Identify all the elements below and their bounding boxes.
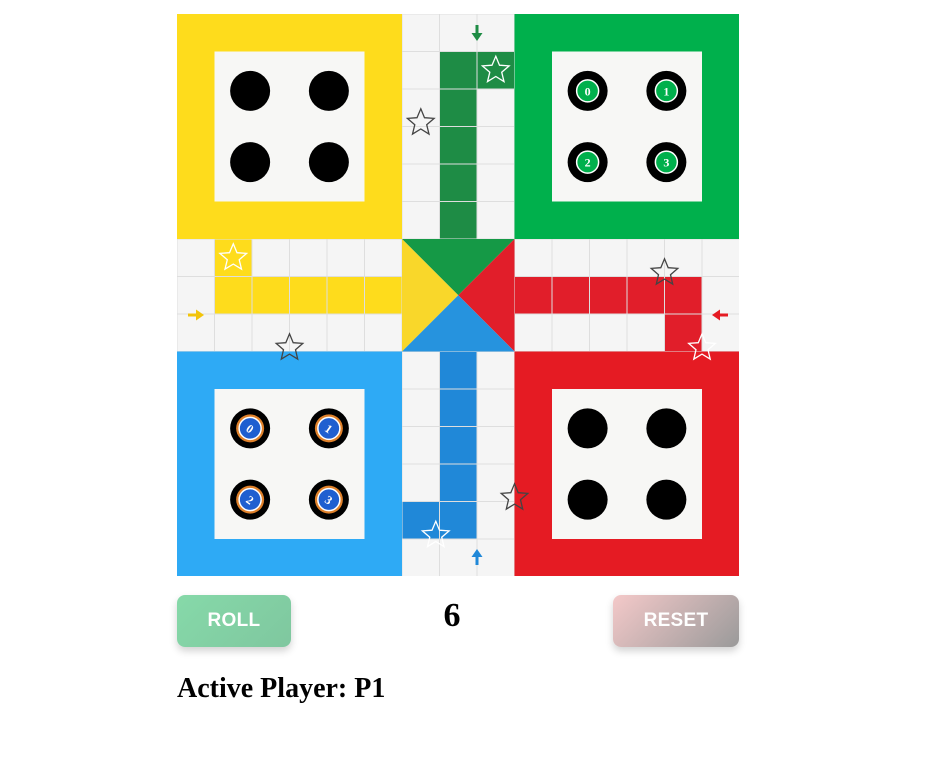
path-cell xyxy=(177,238,215,277)
path-cell xyxy=(439,163,478,202)
green-token-number: 2 xyxy=(585,156,591,170)
path-cell xyxy=(439,351,478,390)
green-token-number: 3 xyxy=(663,156,669,170)
roll-button[interactable]: ROLL xyxy=(177,595,291,647)
path-cell xyxy=(439,501,478,540)
path-cell xyxy=(514,238,553,277)
path-cell xyxy=(514,313,553,352)
path-cell xyxy=(551,238,590,277)
path-cell xyxy=(701,276,739,315)
path-cell xyxy=(514,276,553,315)
red-token[interactable] xyxy=(646,408,687,449)
path-cell xyxy=(439,14,478,52)
path-cell xyxy=(401,201,440,240)
path-cell xyxy=(476,163,515,202)
path-cell xyxy=(439,463,478,502)
dice-value: 6 xyxy=(443,597,461,634)
path-cell xyxy=(476,88,515,127)
path-cell xyxy=(214,276,253,315)
path-cell xyxy=(401,351,440,390)
yellow-home-inner xyxy=(214,51,365,202)
green-token-number: 1 xyxy=(663,84,669,98)
path-cell xyxy=(401,14,440,52)
path-cell xyxy=(551,313,590,352)
path-cell xyxy=(439,201,478,240)
path-cell xyxy=(476,388,515,427)
path-cell xyxy=(476,538,515,576)
path-cell xyxy=(589,238,628,277)
yellow-token[interactable] xyxy=(230,142,271,183)
ludo-board[interactable]: 0 12 30 12 3 xyxy=(177,14,739,576)
path-cell xyxy=(364,238,403,277)
path-cell xyxy=(439,51,478,90)
path-cell xyxy=(326,276,365,315)
path-cell xyxy=(439,88,478,127)
path-cell xyxy=(551,276,590,315)
yellow-token[interactable] xyxy=(308,142,349,183)
green-token-number: 0 xyxy=(585,84,591,98)
path-cell xyxy=(401,163,440,202)
green-home-inner xyxy=(552,51,702,202)
path-cell xyxy=(701,238,739,277)
path-cell xyxy=(476,351,515,390)
path-cell xyxy=(589,276,628,315)
path-cell xyxy=(476,126,515,165)
path-cell xyxy=(476,14,515,52)
path-cell xyxy=(701,313,739,352)
path-cell xyxy=(251,276,290,315)
path-cell xyxy=(401,538,440,576)
path-cell xyxy=(589,313,628,352)
path-cell xyxy=(439,426,478,465)
path-cell xyxy=(626,238,665,277)
path-cell xyxy=(476,201,515,240)
path-cell xyxy=(289,313,328,352)
path-cell xyxy=(401,426,440,465)
path-cell xyxy=(289,276,328,315)
path-cell xyxy=(626,313,665,352)
red-home-inner xyxy=(552,389,702,539)
red-token[interactable] xyxy=(646,479,687,520)
path-cell xyxy=(364,276,403,315)
path-cell xyxy=(401,501,440,540)
path-cell xyxy=(326,238,365,277)
path-cell xyxy=(439,126,478,165)
yellow-token[interactable] xyxy=(308,70,349,111)
path-cell xyxy=(251,313,290,352)
red-token[interactable] xyxy=(567,408,608,449)
path-cell xyxy=(177,313,215,352)
path-cell xyxy=(177,276,215,315)
path-cell xyxy=(289,238,328,277)
path-cell xyxy=(476,463,515,502)
path-cell xyxy=(401,51,440,90)
active-player-status: Active Player: P1 xyxy=(177,673,386,704)
reset-button[interactable]: RESET xyxy=(613,595,739,647)
path-cell xyxy=(364,313,403,352)
path-cell xyxy=(439,388,478,427)
path-cell xyxy=(401,126,440,165)
yellow-token[interactable] xyxy=(230,70,271,111)
red-token[interactable] xyxy=(567,479,608,520)
blue-home-inner xyxy=(214,389,365,539)
path-cell xyxy=(664,313,703,352)
path-cell xyxy=(664,238,703,277)
path-cell xyxy=(326,313,365,352)
path-cell xyxy=(476,426,515,465)
path-cell xyxy=(251,238,290,277)
path-cell xyxy=(439,538,478,576)
path-cell xyxy=(401,463,440,502)
path-cell xyxy=(401,388,440,427)
path-cell xyxy=(214,313,253,352)
